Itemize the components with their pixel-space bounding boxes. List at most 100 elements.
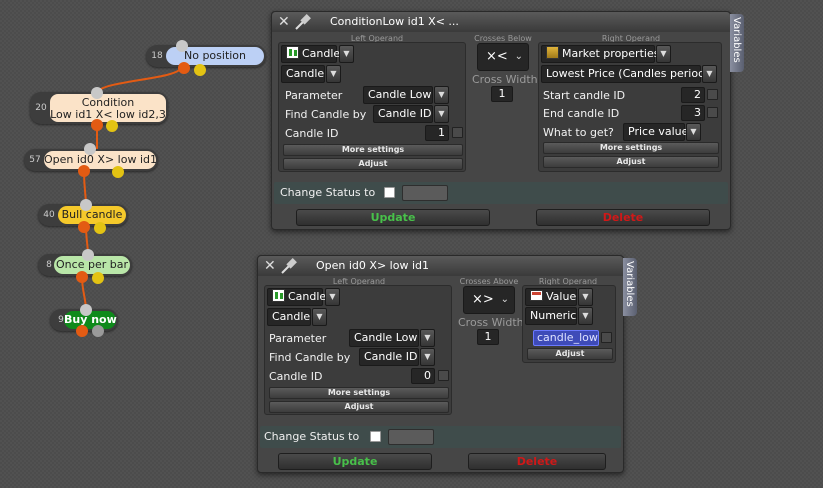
window-titlebar[interactable]: ✕ ConditionLow id1 X< ...	[272, 12, 730, 32]
find-candle-dropdown[interactable]: Candle ID	[373, 105, 433, 123]
chevron-down-icon[interactable]: ▼	[434, 105, 449, 123]
variable-input[interactable]: candle_low	[533, 330, 599, 346]
window-title: ConditionLow id1 X< ...	[330, 15, 459, 28]
end-candle-checkbox[interactable]	[707, 107, 718, 118]
operator-dropdown[interactable]: ×> ⌄	[463, 286, 515, 314]
pin-icon[interactable]	[280, 257, 300, 275]
parameter-dropdown[interactable]: Candle Low	[349, 329, 419, 347]
close-icon[interactable]: ✕	[278, 13, 290, 31]
delete-button[interactable]: Delete	[468, 453, 606, 470]
chevron-down-icon[interactable]: ▼	[578, 307, 593, 325]
chevron-down-icon: ⌄	[500, 294, 509, 305]
adjust-button[interactable]: Adjust	[269, 401, 449, 413]
adjust-button[interactable]: Adjust	[283, 158, 463, 170]
node-alt-port[interactable]	[94, 222, 106, 234]
chevron-down-icon[interactable]: ▼	[578, 288, 593, 306]
candle-id-checkbox[interactable]	[452, 127, 463, 138]
chevron-down-icon[interactable]: ▼	[702, 65, 717, 83]
link-no-position-condition	[96, 65, 183, 94]
left-type-dropdown[interactable]: Candle	[267, 288, 326, 306]
node-input-port[interactable]	[176, 40, 188, 52]
chevron-down-icon[interactable]: ▼	[325, 288, 340, 306]
node-output-port[interactable]	[91, 119, 103, 131]
node-no-position[interactable]: 18 No position	[146, 45, 266, 67]
find-candle-label: Find Candle by	[285, 108, 367, 121]
value-icon	[530, 290, 543, 301]
node-alt-port[interactable]	[112, 166, 124, 178]
change-status-checkbox[interactable]	[370, 431, 381, 442]
cross-width-input[interactable]: 1	[477, 329, 499, 345]
operator-value: ×<	[486, 49, 508, 64]
left-sub-dropdown[interactable]: Candle	[281, 65, 325, 83]
window-titlebar[interactable]: ✕ Open id0 X> low id1	[258, 256, 623, 276]
node-input-port[interactable]	[80, 304, 92, 316]
chevron-down-icon[interactable]: ▼	[312, 308, 327, 326]
node-count: 40	[43, 210, 55, 220]
node-input-port[interactable]	[91, 87, 103, 99]
node-output-port[interactable]	[76, 325, 88, 337]
right-type-value: Value	[546, 290, 577, 303]
chevron-down-icon[interactable]: ▼	[339, 45, 354, 63]
more-settings-button[interactable]: More settings	[283, 144, 463, 156]
candle-id-label: Candle ID	[285, 127, 339, 140]
candle-id-input[interactable]: 1	[425, 125, 449, 141]
left-type-dropdown[interactable]: Candle	[281, 45, 341, 63]
end-candle-input[interactable]: 3	[681, 105, 705, 121]
parameter-dropdown[interactable]: Candle Low	[363, 86, 433, 104]
more-settings-button[interactable]: More settings	[543, 142, 719, 154]
left-type-value: Candle	[302, 47, 341, 60]
status-color-box[interactable]	[402, 185, 448, 201]
status-color-box[interactable]	[388, 429, 434, 445]
right-type-dropdown[interactable]: Value	[525, 288, 577, 306]
node-output-port[interactable]	[78, 165, 90, 177]
delete-button[interactable]: Delete	[536, 209, 710, 226]
node-disabled-port[interactable]	[92, 325, 104, 337]
crosses-below-heading: Crosses Below	[474, 34, 532, 43]
chevron-down-icon[interactable]: ▼	[686, 123, 701, 141]
chevron-down-icon[interactable]: ▼	[420, 348, 435, 366]
window-title: Open id0 X> low id1	[316, 259, 429, 272]
adjust-button[interactable]: Adjust	[527, 348, 613, 360]
chevron-down-icon[interactable]: ▼	[420, 329, 435, 347]
chevron-down-icon[interactable]: ▼	[326, 65, 341, 83]
variable-checkbox[interactable]	[601, 332, 612, 343]
right-sub-dropdown[interactable]: Lowest Price (Candles period)	[541, 65, 709, 83]
what-to-get-dropdown[interactable]: Price value	[623, 123, 688, 141]
variables-tab[interactable]: Variables	[623, 258, 637, 316]
right-type-dropdown[interactable]: Market properties	[541, 45, 659, 63]
close-icon[interactable]: ✕	[264, 257, 276, 275]
candle-id-checkbox[interactable]	[438, 370, 449, 381]
start-candle-input[interactable]: 2	[681, 87, 705, 103]
update-button[interactable]: Update	[278, 453, 432, 470]
variables-tab[interactable]: Variables	[730, 14, 744, 72]
update-button[interactable]: Update	[296, 209, 490, 226]
start-candle-label: Start candle ID	[543, 89, 626, 102]
left-sub-dropdown[interactable]: Candle	[267, 308, 311, 326]
node-label-line2: Low id1 X< low id2,3	[50, 108, 166, 121]
node-output-port[interactable]	[78, 221, 90, 233]
node-input-port[interactable]	[82, 249, 94, 261]
node-alt-port[interactable]	[92, 272, 104, 284]
find-candle-label: Find Candle by	[269, 351, 351, 364]
node-alt-port[interactable]	[106, 120, 118, 132]
cross-width-input[interactable]: 1	[491, 86, 513, 102]
change-status-checkbox[interactable]	[384, 187, 395, 198]
chevron-down-icon[interactable]: ▼	[434, 86, 449, 104]
right-sub-dropdown[interactable]: Numeric	[525, 307, 577, 325]
start-candle-checkbox[interactable]	[707, 89, 718, 100]
node-alt-port[interactable]	[194, 64, 206, 76]
operator-dropdown[interactable]: ×< ⌄	[477, 43, 529, 71]
find-candle-dropdown[interactable]: Candle ID	[359, 348, 419, 366]
more-settings-button[interactable]: More settings	[269, 387, 449, 399]
node-output-port[interactable]	[76, 271, 88, 283]
pin-icon[interactable]	[294, 13, 314, 31]
adjust-button[interactable]: Adjust	[543, 156, 719, 168]
node-input-port[interactable]	[80, 199, 92, 211]
node-output-port[interactable]	[178, 62, 190, 74]
chevron-down-icon[interactable]: ▼	[656, 45, 671, 63]
node-input-port[interactable]	[84, 143, 96, 155]
candle-id-input[interactable]: 0	[411, 368, 435, 384]
right-type-value: Market properties	[562, 47, 660, 60]
right-operand-panel: Market properties ▼ Lowest Price (Candle…	[538, 42, 722, 172]
candle-icon	[272, 289, 285, 302]
